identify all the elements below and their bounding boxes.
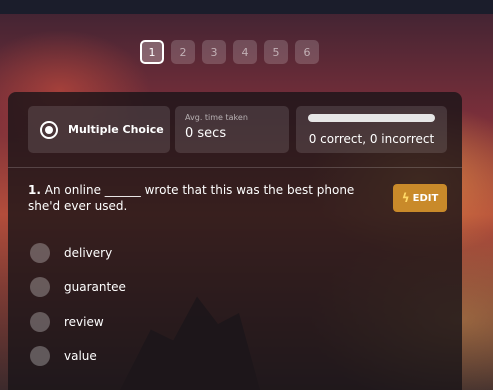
option-label: guarantee xyxy=(64,280,126,294)
page-button-6[interactable]: 6 xyxy=(295,40,319,64)
question-card: Multiple Choice Avg. time taken 0 secs 0… xyxy=(8,92,462,390)
page-button-1[interactable]: 1 xyxy=(140,40,164,64)
question-number: 1. xyxy=(28,183,41,197)
question-text: 1. An online ______ wrote that this was … xyxy=(28,182,373,214)
bolt-icon: ϟ xyxy=(401,191,410,205)
page-button-5[interactable]: 5 xyxy=(264,40,288,64)
option-circle-icon xyxy=(30,243,50,263)
option-label: value xyxy=(64,349,97,363)
accuracy-text: 0 correct, 0 incorrect xyxy=(308,132,435,146)
answer-option[interactable]: review xyxy=(30,312,104,332)
top-bar xyxy=(0,0,493,14)
question-pager: 1 2 3 4 5 6 xyxy=(140,40,319,67)
accuracy-box: 0 correct, 0 incorrect xyxy=(296,106,447,153)
divider xyxy=(8,167,462,168)
stats-row: Multiple Choice Avg. time taken 0 secs 0… xyxy=(28,106,447,154)
question-type-label: Multiple Choice xyxy=(68,123,164,136)
option-circle-icon xyxy=(30,277,50,297)
page-button-2[interactable]: 2 xyxy=(171,40,195,64)
page-button-3[interactable]: 3 xyxy=(202,40,226,64)
edit-button-label: EDIT xyxy=(412,192,439,204)
option-label: delivery xyxy=(64,246,113,260)
option-circle-icon xyxy=(30,312,50,332)
radio-selected-icon xyxy=(40,120,58,139)
avg-time-box: Avg. time taken 0 secs xyxy=(175,106,289,153)
question-type-box: Multiple Choice xyxy=(28,106,170,153)
question-body: An online ______ wrote that this was the… xyxy=(28,183,355,213)
avg-time-value: 0 secs xyxy=(185,126,227,141)
answer-option[interactable]: value xyxy=(30,346,97,366)
option-circle-icon xyxy=(30,346,50,366)
option-label: review xyxy=(64,315,104,329)
avg-time-label: Avg. time taken xyxy=(185,113,248,122)
answer-option[interactable]: delivery xyxy=(30,243,112,263)
answer-option[interactable]: guarantee xyxy=(30,277,126,297)
page-button-4[interactable]: 4 xyxy=(233,40,257,64)
edit-button[interactable]: ϟ EDIT xyxy=(393,184,447,212)
accuracy-bar xyxy=(308,114,435,122)
